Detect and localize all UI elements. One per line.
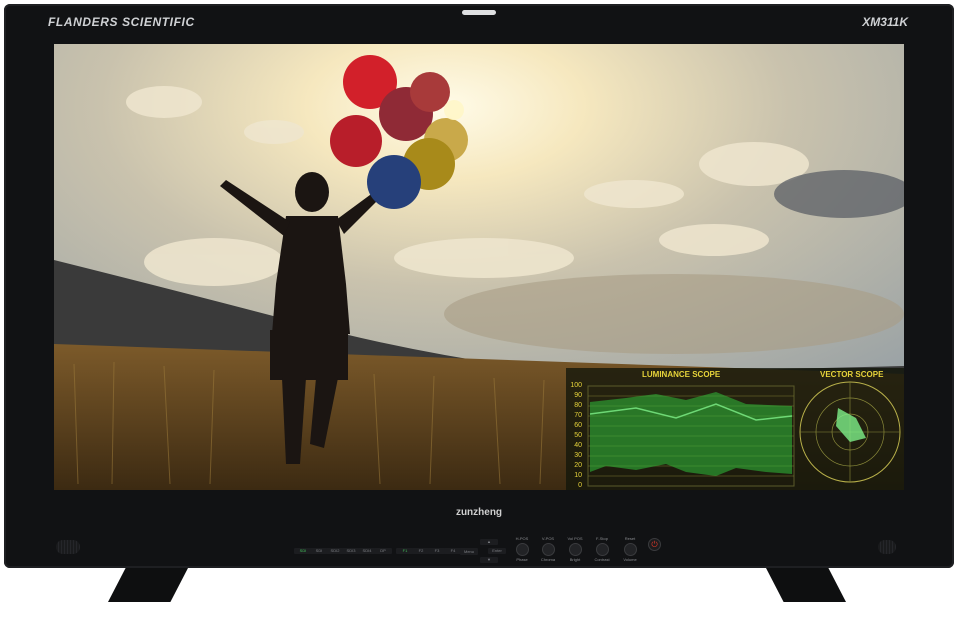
menu-button[interactable]: Menu: [460, 549, 478, 555]
knob-label-hpos: H-POS: [515, 536, 529, 541]
light-sensor: [462, 10, 496, 15]
power-icon[interactable]: ⏻: [648, 538, 661, 551]
knob-label-volume: Volume: [623, 557, 637, 562]
knob-label-phase: Phase: [516, 557, 528, 562]
knob-hpos[interactable]: [516, 543, 529, 556]
input-button-dp[interactable]: DP: [374, 548, 392, 554]
front-logo: zunzheng: [455, 507, 503, 518]
display-screen: LUMINANCE SCOPE VECTOR SCOPE 100 90 80 70 60…: [54, 44, 904, 490]
stand-foot-right: [766, 568, 846, 602]
model-label: XM311K: [862, 15, 908, 29]
front-control-panel: SDI SDI SDI2 SDI3 SDI4 DP F1 F2 F3 F4 F5…: [4, 536, 954, 563]
knob-label-chroma: Chroma: [540, 557, 556, 562]
enter-button[interactable]: Enter: [488, 548, 506, 554]
knob-label-contrast: Contrast: [594, 557, 610, 562]
scope-overlay: LUMINANCE SCOPE VECTOR SCOPE 100 90 80 70 60…: [566, 368, 904, 490]
knob-label-bright: Bright: [569, 557, 581, 562]
nav-down-button[interactable]: ▼: [480, 557, 498, 563]
monitor-bezel: FLANDERS SCIENTIFIC XM311K LUMINANCE SCO…: [4, 4, 954, 568]
knob-reset[interactable]: [624, 543, 637, 556]
knob-vpos[interactable]: [542, 543, 555, 556]
scope-graphics: [587, 381, 901, 487]
knob-fstop[interactable]: [596, 543, 609, 556]
brand-label: FLANDERS SCIENTIFIC: [48, 15, 195, 29]
knob-volpos[interactable]: [569, 543, 582, 556]
knob-label-vpos: V-POS: [541, 536, 555, 541]
knob-label-reset: Reset: [624, 536, 636, 541]
knob-label-volpos: Vol POS: [567, 536, 583, 541]
knob-label-fstop: F-Stop: [595, 536, 608, 541]
stand-foot-left: [108, 568, 188, 602]
nav-up-button[interactable]: ▲: [480, 539, 498, 545]
